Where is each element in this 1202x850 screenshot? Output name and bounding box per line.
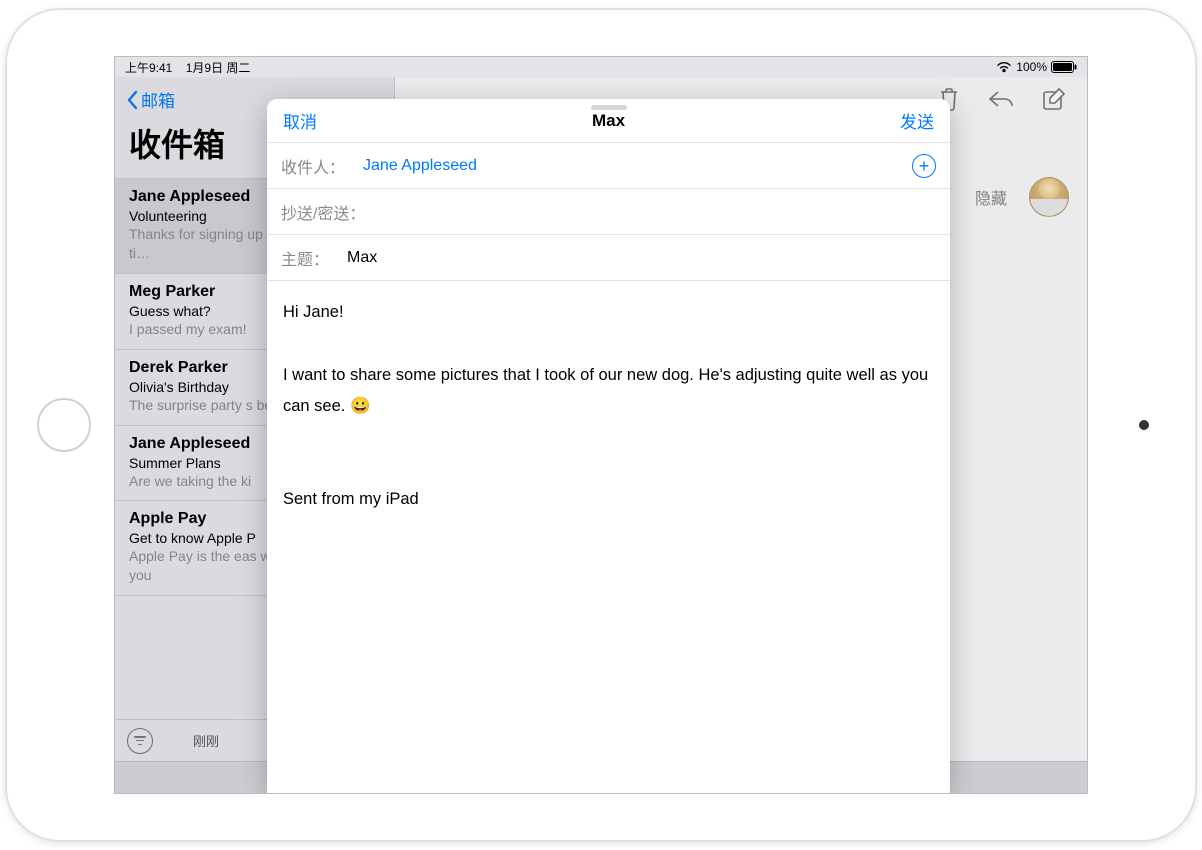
to-value[interactable]: Jane Appleseed [363, 157, 912, 175]
compose-header: 取消 Max 发送 [267, 99, 950, 143]
status-right: 100% [996, 60, 1077, 74]
cancel-button[interactable]: 取消 [283, 108, 317, 133]
subject-label: 主题： [281, 246, 329, 270]
cc-bcc-field[interactable]: 抄送/密送： [267, 189, 950, 235]
battery-percent: 100% [1016, 60, 1047, 74]
compose-title: Max [592, 111, 625, 131]
app-screen: 上午9:41 1月9日 周二 100% 邮箱 收件箱 Jane A [114, 56, 1088, 794]
ipad-frame: 上午9:41 1月9日 周二 100% 邮箱 收件箱 Jane A [5, 8, 1197, 842]
to-label: 收件人： [281, 154, 345, 178]
to-field[interactable]: 收件人： Jane Appleseed + [267, 143, 950, 189]
status-time: 上午9:41 [125, 61, 172, 75]
body-line: Hi Jane! [283, 297, 934, 328]
camera-icon [1139, 420, 1149, 430]
subject-field[interactable]: 主题： Max [267, 235, 950, 281]
status-bar: 上午9:41 1月9日 周二 100% [115, 57, 1087, 77]
compose-body[interactable]: Hi Jane! I want to share some pictures t… [267, 281, 950, 532]
body-line: I want to share some pictures that I too… [283, 360, 934, 423]
cc-label: 抄送/密送： [281, 200, 365, 224]
status-date: 1月9日 周二 [186, 61, 251, 75]
send-button[interactable]: 发送 [900, 108, 934, 133]
add-contact-icon[interactable]: + [912, 154, 936, 178]
compose-sheet: 取消 Max 发送 收件人： Jane Appleseed + 抄送/密送： 主… [267, 99, 950, 793]
subject-value[interactable]: Max [347, 249, 936, 267]
status-left: 上午9:41 1月9日 周二 [125, 59, 250, 76]
wifi-icon [996, 61, 1012, 73]
drag-handle-icon[interactable] [591, 105, 627, 110]
home-button[interactable] [37, 398, 91, 452]
signature: Sent from my iPad [283, 484, 934, 515]
battery-icon [1051, 61, 1077, 73]
